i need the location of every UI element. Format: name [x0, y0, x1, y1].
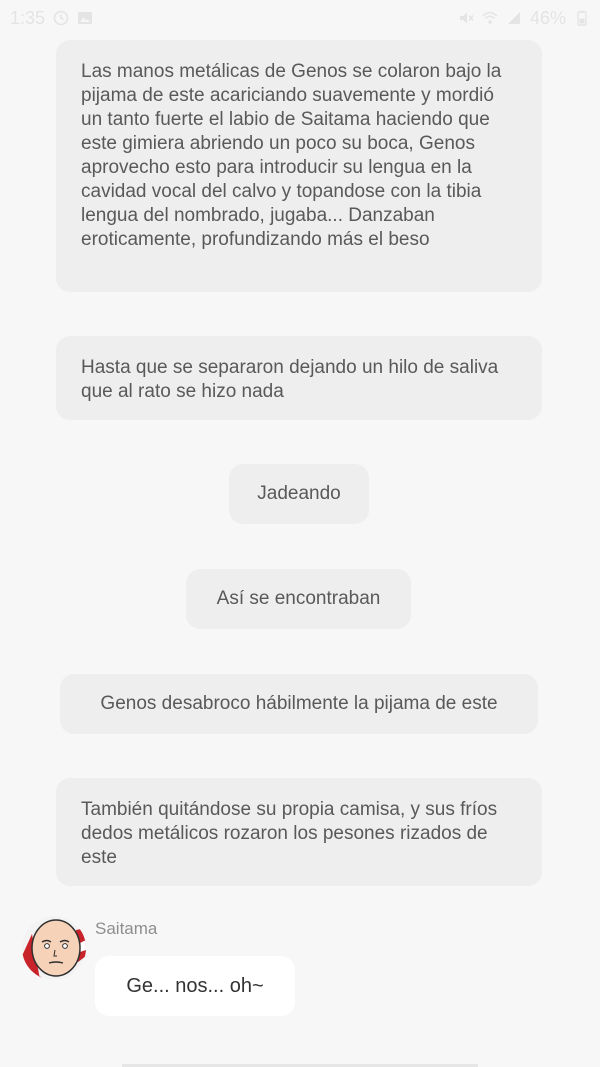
battery-level: 46% [529, 7, 566, 28]
narration-bubble: Hasta que se separaron dejando un hilo d… [56, 336, 542, 420]
status-right: 46% [458, 8, 590, 29]
sender-name: Saitama [95, 919, 158, 938]
narration-text: Hasta que se separaron dejando un hilo d… [81, 357, 499, 402]
wifi-icon [482, 10, 498, 26]
narration-text: Genos desabroco hábilmente la pijama de … [100, 693, 498, 714]
chat-message-text: Ge... nos... oh~ [126, 974, 264, 997]
narration-text: Jadeando [257, 483, 341, 504]
narration-bubble: Las manos metálicas de Genos se colaron … [56, 40, 542, 292]
battery-icon [574, 10, 590, 26]
narration-text: Así se encontraban [216, 588, 381, 609]
narration-bubble: Así se encontraban [186, 569, 411, 629]
alarm-icon [53, 10, 69, 26]
status-left: 1:35 [10, 8, 93, 29]
narration-text: Las manos metálicas de Genos se colaron … [81, 61, 502, 250]
status-time: 1:35 [10, 7, 46, 28]
chat-bubble: Ge... nos... oh~ [95, 956, 295, 1016]
narration-bubble: Genos desabroco hábilmente la pijama de … [60, 674, 538, 734]
narration-bubble: También quitándose su propia camisa, y s… [56, 778, 542, 886]
signal-icon [506, 10, 522, 26]
narration-text: También quitándose su propia camisa, y s… [81, 799, 498, 868]
status-bar: 1:35 46% [0, 0, 600, 36]
gallery-icon [77, 10, 93, 26]
avatar[interactable] [22, 916, 86, 980]
mute-icon [458, 10, 474, 26]
saitama-face-icon [22, 916, 86, 980]
narration-bubble: Jadeando [229, 464, 369, 524]
